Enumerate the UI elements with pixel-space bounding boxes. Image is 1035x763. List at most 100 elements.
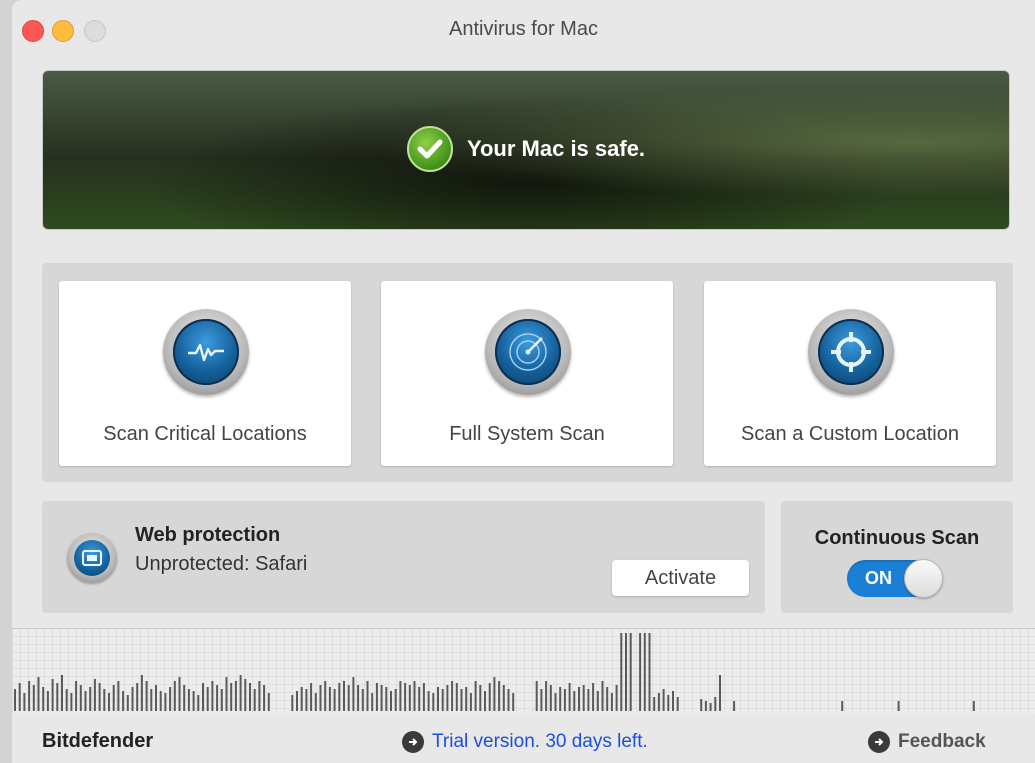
activity-bar (587, 689, 590, 711)
activity-bar (14, 689, 16, 711)
activity-bar (437, 687, 439, 711)
activity-bar (667, 695, 670, 711)
activity-bar (897, 701, 900, 711)
scan-custom-label: Scan a Custom Location (741, 423, 959, 445)
activity-bar (714, 697, 717, 711)
activity-bar (596, 691, 599, 711)
activity-bar (408, 685, 411, 711)
activity-bar (709, 703, 712, 711)
activity-bar (559, 687, 562, 711)
activity-bar (32, 685, 35, 711)
activity-bar (662, 689, 665, 711)
activity-bar (578, 687, 580, 711)
activity-bar (150, 689, 153, 711)
activity-bar (469, 693, 472, 711)
activity-bar (446, 685, 449, 711)
activity-bar (314, 693, 317, 711)
activity-bar (554, 693, 557, 711)
activity-bar (183, 685, 186, 711)
scan-critical-locations-button[interactable]: Scan Critical Locations (59, 281, 351, 466)
activity-bar (451, 681, 454, 711)
activity-bar (620, 633, 623, 711)
activity-bar (601, 681, 604, 711)
activity-bar (263, 685, 266, 711)
activity-bar (625, 633, 627, 711)
feedback-text: Feedback (898, 731, 986, 752)
activity-bar (28, 681, 31, 711)
activity-bar (89, 687, 92, 711)
activity-bar (361, 689, 364, 711)
activity-bar (155, 685, 157, 711)
activity-bar (474, 681, 477, 711)
activity-bar (216, 685, 219, 711)
activity-bar (399, 681, 402, 711)
activity-bar (46, 691, 49, 711)
activity-bar (535, 681, 538, 711)
activity-bar (61, 675, 63, 711)
activity-bar (352, 677, 355, 711)
activity-bar (93, 679, 96, 711)
arrow-right-icon (868, 731, 890, 753)
activity-bar (343, 681, 345, 711)
activity-bar (187, 689, 190, 711)
activity-bar (338, 683, 341, 711)
activity-bar (563, 689, 566, 711)
activity-bar (169, 687, 172, 711)
scan-custom-location-button[interactable]: Scan a Custom Location (704, 281, 996, 466)
activity-bar (422, 683, 425, 711)
activity-bar (131, 687, 134, 711)
activity-bar (657, 693, 660, 711)
activity-bar (122, 691, 125, 711)
activity-bar (568, 683, 571, 711)
activate-button[interactable]: Activate (612, 560, 749, 596)
scan-options-panel: Scan Critical Locations Full System Scan (42, 263, 1013, 482)
browser-icon (67, 533, 117, 583)
activity-bar (460, 689, 463, 711)
activity-bar (98, 683, 101, 711)
activity-bar (333, 689, 336, 711)
activity-bar (253, 689, 256, 711)
activity-bar (65, 689, 68, 711)
activity-bar (643, 633, 646, 711)
web-protection-panel: Web protection Unprotected: Safari Activ… (42, 501, 765, 613)
activity-bar (211, 681, 214, 711)
activity-bar (140, 675, 143, 711)
app-window: Antivirus for Mac Your Mac is safe. Scan… (12, 0, 1035, 763)
full-system-scan-button[interactable]: Full System Scan (381, 281, 673, 466)
arrow-right-icon (402, 731, 424, 753)
activity-bar (18, 683, 21, 711)
activity-bar (629, 633, 632, 711)
activity-bar (606, 687, 609, 711)
feedback-link[interactable]: Feedback (868, 731, 986, 753)
activity-bar (371, 693, 374, 711)
activity-bar (145, 681, 148, 711)
status-banner: Your Mac is safe. (42, 70, 1010, 230)
activity-bar (23, 693, 26, 711)
activity-bar (653, 697, 656, 711)
activity-bar (84, 691, 87, 711)
activity-bar (79, 685, 82, 711)
activity-bar (582, 685, 585, 711)
activity-bar (112, 685, 115, 711)
continuous-scan-toggle[interactable]: ON (847, 559, 943, 598)
activity-bar (225, 677, 228, 711)
activity-bar (159, 691, 162, 711)
activity-bar (117, 681, 120, 711)
activity-bar (375, 683, 378, 711)
title-bar: Antivirus for Mac (12, 0, 1035, 62)
activity-bar (704, 701, 707, 711)
activity-bar (108, 693, 110, 711)
activity-bar (220, 689, 223, 711)
activity-bar (324, 681, 327, 711)
activity-bar (197, 695, 200, 711)
radar-icon (485, 309, 571, 395)
trial-link[interactable]: Trial version. 30 days left. (402, 731, 648, 753)
activity-bar (394, 689, 397, 711)
activity-bar (733, 701, 736, 711)
activity-bar (441, 689, 444, 711)
activity-bar (484, 691, 486, 711)
activity-bar (380, 685, 383, 711)
activity-bar (244, 679, 247, 711)
activity-bar (230, 683, 233, 711)
activity-bar (719, 675, 721, 711)
